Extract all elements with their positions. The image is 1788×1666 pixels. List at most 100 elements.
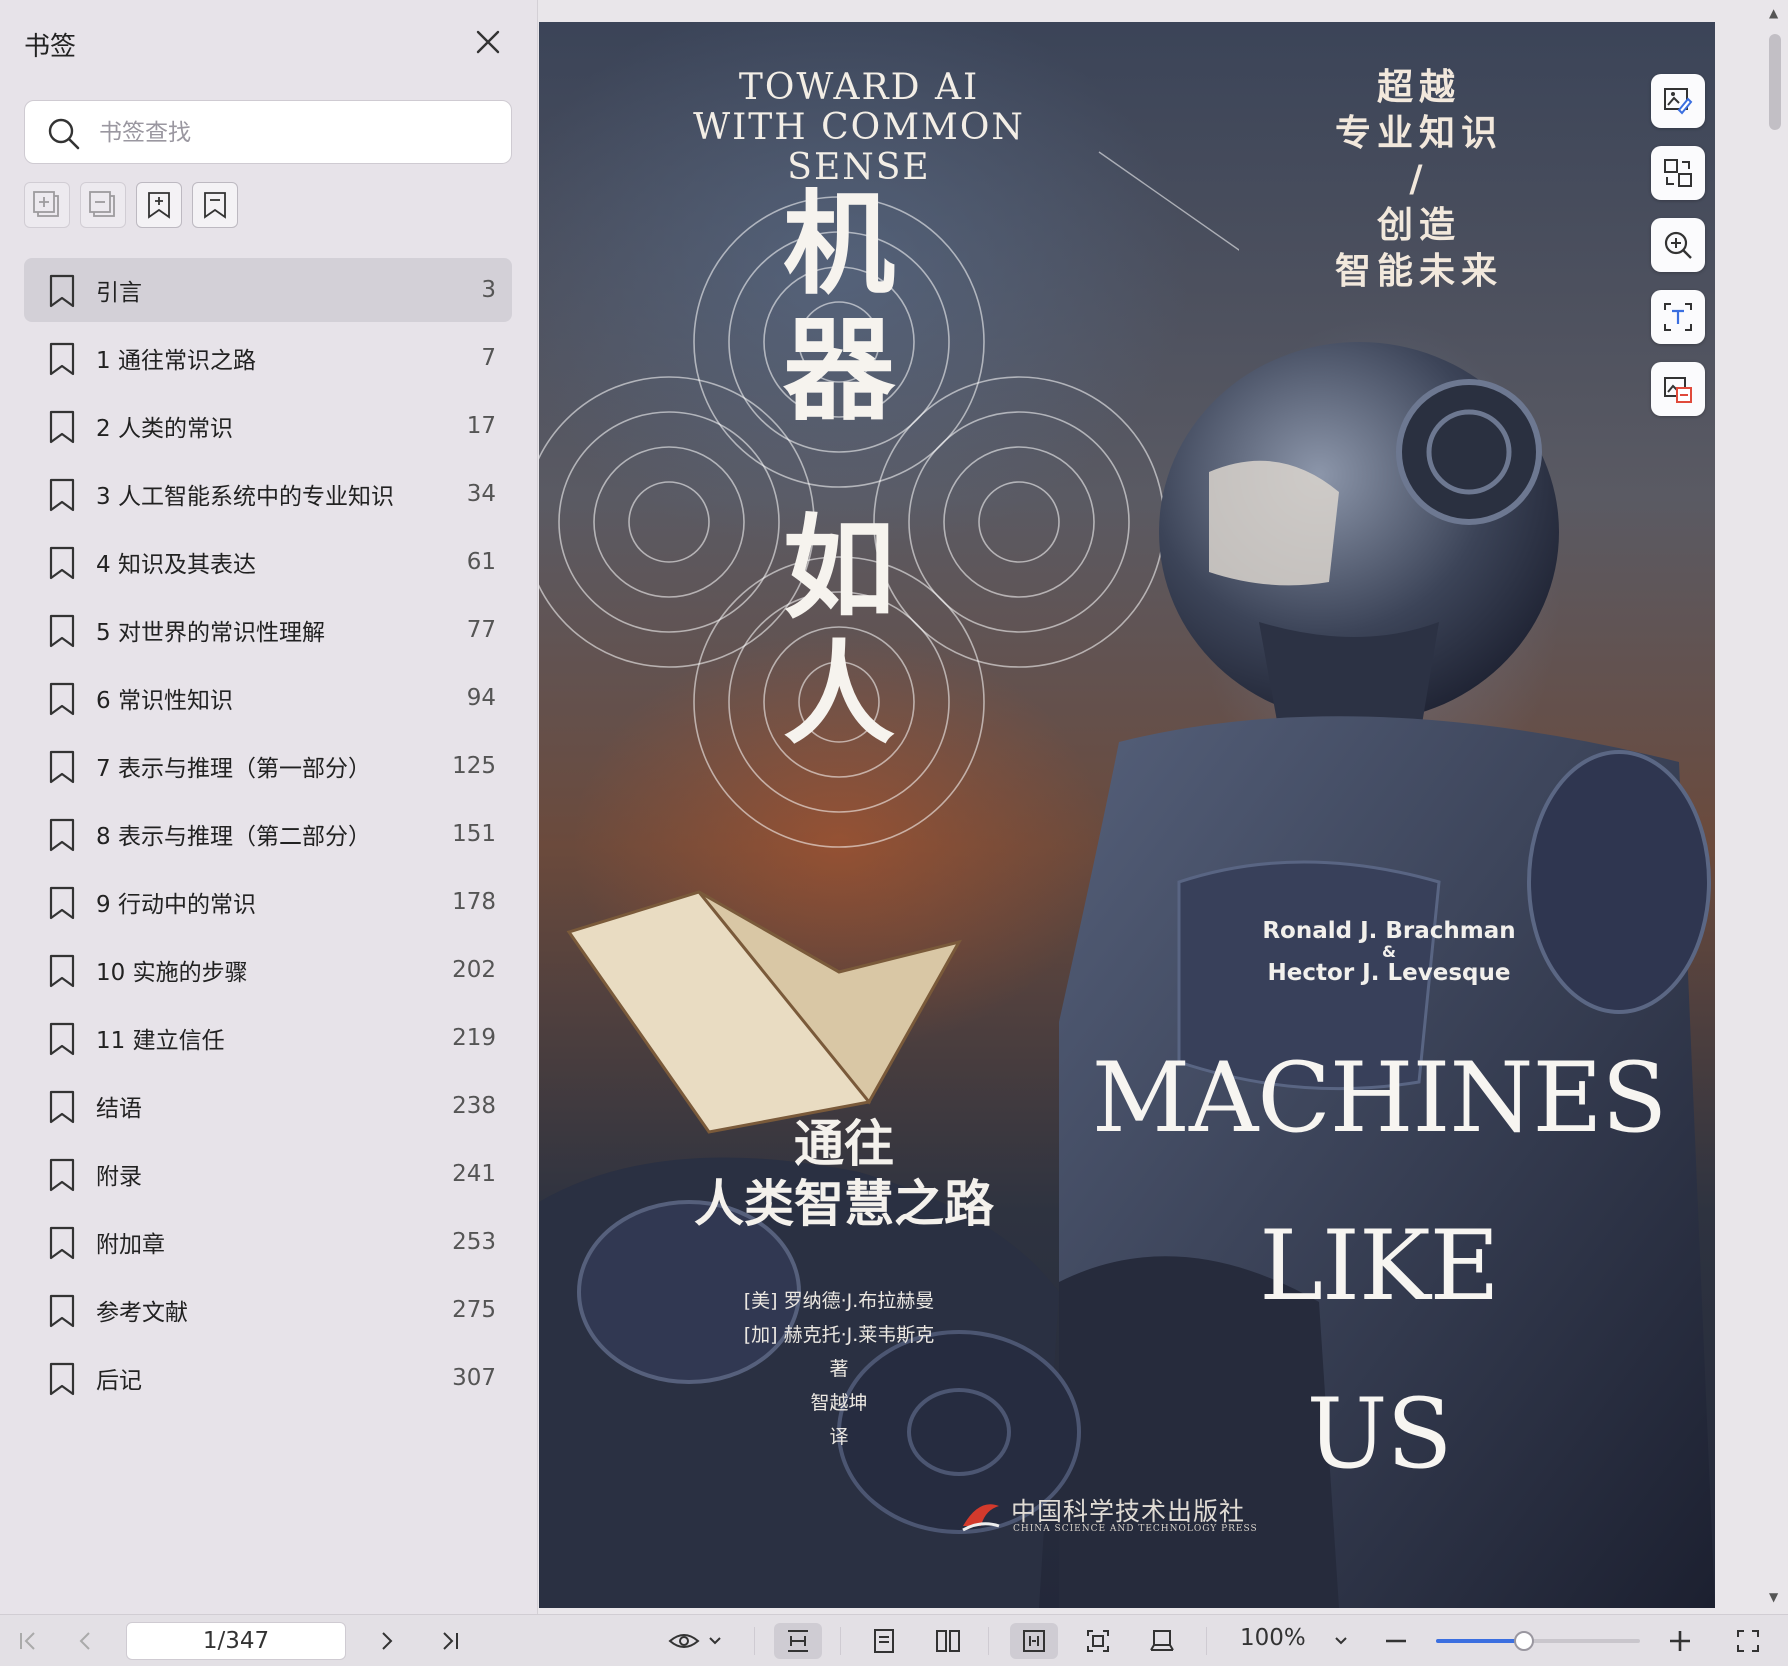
separator xyxy=(1206,1627,1207,1655)
bookmark-icon xyxy=(48,478,76,512)
bookmark-item[interactable]: 附加章 253 xyxy=(24,1210,512,1274)
bookmark-item[interactable]: 2 人类的常识 17 xyxy=(24,394,512,458)
bookmark-page-number: 34 xyxy=(466,481,496,507)
image-edit-icon[interactable] xyxy=(1651,74,1705,128)
en-title-line: LIKE xyxy=(1259,1210,1499,1322)
bookmark-icon xyxy=(48,886,76,920)
bookmark-icon xyxy=(48,1022,76,1056)
title-char: 如 xyxy=(783,503,895,634)
prev-page-icon[interactable] xyxy=(66,1623,106,1659)
bookmark-label: 1 通往常识之路 xyxy=(96,348,256,374)
bookmark-label: 5 对世界的常识性理解 xyxy=(96,620,325,646)
bookmark-icon xyxy=(48,342,76,376)
bookmark-icon xyxy=(48,1158,76,1192)
bottom-toolbar: 100% xyxy=(0,1614,1788,1666)
cover-tagline: 超越 专业知识 / 创造 智能未来 xyxy=(1299,64,1539,294)
bookmark-page-number: 151 xyxy=(452,821,496,847)
author-ampersand: & xyxy=(1382,942,1396,961)
last-page-icon[interactable] xyxy=(430,1623,470,1659)
bookmark-item[interactable]: 8 表示与推理（第二部分） 151 xyxy=(24,802,512,866)
image-extract-icon[interactable] xyxy=(1651,362,1705,416)
collapse-all-icon[interactable] xyxy=(80,182,126,228)
bookmark-label: 附加章 xyxy=(96,1232,165,1258)
bookmark-item[interactable]: 结语 238 xyxy=(24,1074,512,1138)
cover-chinese-title: 机 器 如 人 xyxy=(769,182,909,758)
bookmark-item[interactable]: 6 常识性知识 94 xyxy=(24,666,512,730)
first-page-icon[interactable] xyxy=(8,1623,48,1659)
bookmark-icon xyxy=(48,546,76,580)
publisher-mark: 中国科学技术出版社 CHINA SCIENCE AND TECHNOLOGY P… xyxy=(959,1492,1319,1542)
bookmark-label: 4 知识及其表达 xyxy=(96,552,256,578)
bookmark-item[interactable]: 9 行动中的常识 178 xyxy=(24,870,512,934)
fullscreen-icon[interactable] xyxy=(1728,1623,1768,1659)
single-page-icon[interactable] xyxy=(860,1623,908,1659)
bookmark-icon xyxy=(48,954,76,988)
panel-title: 书签 xyxy=(24,32,77,62)
two-page-icon[interactable] xyxy=(924,1623,972,1659)
zoom-in-icon[interactable] xyxy=(1651,218,1705,272)
zoom-slider[interactable] xyxy=(1436,1631,1640,1651)
bookmark-page-number: 202 xyxy=(452,957,496,983)
ocr-text-icon[interactable] xyxy=(1651,290,1705,344)
zoom-dropdown-icon[interactable] xyxy=(1326,1623,1356,1659)
cover-credits: [美] 罗纳德·J.布拉赫曼 [加] 赫克托·J.莱韦斯克 著 智越坤 译 xyxy=(679,1284,999,1454)
bookmark-icon xyxy=(48,1294,76,1328)
actual-size-icon[interactable] xyxy=(1138,1623,1186,1659)
bookmark-icon xyxy=(48,274,76,308)
title-char: 人 xyxy=(783,629,895,760)
translate-icon[interactable] xyxy=(1651,146,1705,200)
bookmark-label: 2 人类的常识 xyxy=(96,416,233,442)
title-char: 机 xyxy=(783,179,895,310)
bookmark-item[interactable]: 4 知识及其表达 61 xyxy=(24,530,512,594)
bookmark-item[interactable]: 后记 307 xyxy=(24,1346,512,1410)
scrollbar-thumb[interactable] xyxy=(1769,34,1781,130)
page-number-input[interactable] xyxy=(126,1622,346,1660)
tagline-line: 专业知识 xyxy=(1334,112,1503,154)
en-title-line: MACHINES xyxy=(1091,1042,1668,1154)
separator xyxy=(988,1627,989,1655)
add-bookmark-icon[interactable] xyxy=(136,182,182,228)
bookmark-page-number: 61 xyxy=(466,549,496,575)
document-viewer[interactable]: TOWARD AI WITH COMMON SENSE 超越 专业知识 / 创造… xyxy=(539,0,1788,1614)
fit-width-icon[interactable] xyxy=(1010,1623,1058,1659)
bookmark-search[interactable] xyxy=(24,100,512,164)
zoom-level[interactable]: 100% xyxy=(1240,1625,1306,1651)
credit-line: 译 xyxy=(829,1426,849,1448)
bookmark-item[interactable]: 1 通往常识之路 7 xyxy=(24,326,512,390)
bookmark-page-number: 275 xyxy=(452,1297,496,1323)
next-page-icon[interactable] xyxy=(366,1623,406,1659)
expand-all-icon[interactable] xyxy=(24,182,70,228)
book-cover-page: TOWARD AI WITH COMMON SENSE 超越 专业知识 / 创造… xyxy=(539,22,1715,1608)
bookmark-item[interactable]: 7 表示与推理（第一部分） 125 xyxy=(24,734,512,798)
bookmark-item[interactable]: 11 建立信任 219 xyxy=(24,1006,512,1070)
continuous-scroll-icon[interactable] xyxy=(774,1623,822,1659)
bookmark-icon xyxy=(48,818,76,852)
fit-page-icon[interactable] xyxy=(1074,1623,1122,1659)
bookmark-label: 引言 xyxy=(96,280,142,306)
bookmark-page-number: 307 xyxy=(452,1365,496,1391)
bookmark-item[interactable]: 引言 3 xyxy=(24,258,512,322)
scroll-down-icon[interactable]: ▼ xyxy=(1769,1590,1778,1604)
bookmark-icon[interactable] xyxy=(192,182,238,228)
cover-en-title-line1: TOWARD AI xyxy=(738,67,980,108)
bookmark-list: 引言 3 1 通往常识之路 7 2 人类的常识 17 3 人工智能系统中的专业知识 34 4 知… xyxy=(24,258,512,1414)
bookmark-item[interactable]: 5 对世界的常识性理解 77 xyxy=(24,598,512,662)
bookmark-item[interactable]: 3 人工智能系统中的专业知识 34 xyxy=(24,462,512,526)
zoom-out-icon[interactable] xyxy=(1378,1623,1414,1659)
search-input[interactable] xyxy=(99,111,499,155)
bookmark-item[interactable]: 参考文献 275 xyxy=(24,1278,512,1342)
floating-toolbar xyxy=(1651,74,1705,434)
view-mode-dropdown[interactable] xyxy=(664,1623,728,1659)
bookmark-item[interactable]: 附录 241 xyxy=(24,1142,512,1206)
credit-line: [美] 罗纳德·J.布拉赫曼 xyxy=(743,1290,935,1312)
zoom-slider-knob[interactable] xyxy=(1513,1631,1534,1651)
bookmark-label: 7 表示与推理（第一部分） xyxy=(96,756,371,782)
separator xyxy=(840,1627,841,1655)
bookmark-icon xyxy=(48,1226,76,1260)
zoom-in-button[interactable] xyxy=(1662,1623,1698,1659)
scroll-up-icon[interactable]: ▲ xyxy=(1769,6,1778,20)
bookmark-page-number: 219 xyxy=(452,1025,496,1051)
vertical-scrollbar[interactable]: ▲ ▼ xyxy=(1763,0,1788,1614)
bookmark-item[interactable]: 10 实施的步骤 202 xyxy=(24,938,512,1002)
close-icon[interactable] xyxy=(472,26,504,58)
